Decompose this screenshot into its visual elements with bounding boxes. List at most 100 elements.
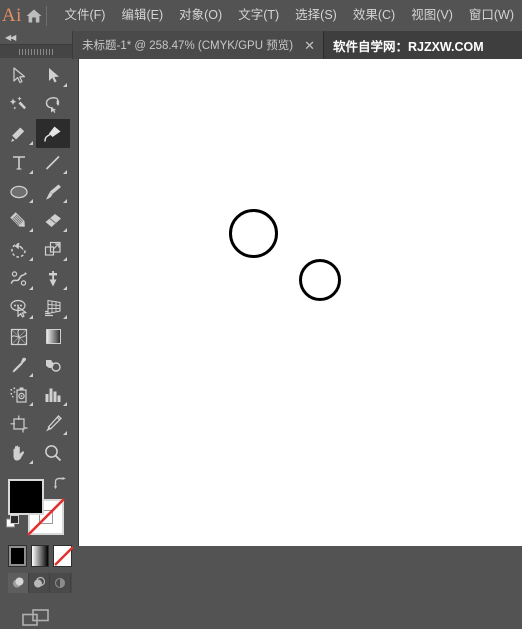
draw-normal-icon[interactable] (8, 573, 29, 593)
tool-perspective-grid[interactable] (36, 293, 70, 322)
close-icon[interactable]: ✕ (304, 39, 315, 52)
flyout-indicator-icon (29, 286, 33, 290)
flyout-indicator-icon (63, 286, 67, 290)
hand-icon (9, 443, 29, 463)
fill-swatch[interactable] (8, 479, 44, 515)
app-logo: Ai (0, 0, 24, 31)
tool-type[interactable] (2, 148, 36, 177)
flyout-indicator-icon (29, 228, 33, 232)
mesh-icon (9, 327, 29, 347)
flyout-indicator-icon (63, 83, 67, 87)
tool-selection[interactable] (2, 61, 36, 90)
menu-item-window[interactable]: 窗口(W) (461, 0, 522, 31)
magic-wand-icon (9, 95, 29, 115)
color-swatch-button[interactable] (8, 545, 27, 567)
color-controls (0, 475, 72, 541)
tool-hand[interactable] (2, 438, 36, 467)
flyout-indicator-icon (63, 199, 67, 203)
type-t-icon (10, 154, 28, 172)
menu-bar: Ai 文件(F) 编辑(E) 对象(O) 文字(T) 选择(S) 效果(C) 视… (0, 0, 522, 31)
tool-gradient[interactable] (36, 322, 70, 351)
home-icon[interactable] (24, 0, 44, 31)
tool-line-segment[interactable] (36, 148, 70, 177)
color-mode-row (0, 541, 72, 567)
menu-item-select[interactable]: 选择(S) (287, 0, 345, 31)
gradient-icon (44, 327, 63, 346)
menu-item-type[interactable]: 文字(T) (230, 0, 287, 31)
scale-icon (43, 240, 63, 260)
arrow-outline-icon (10, 66, 29, 85)
flyout-indicator-icon (29, 199, 33, 203)
tool-shape-builder[interactable] (2, 293, 36, 322)
menu-item-file[interactable]: 文件(F) (57, 0, 114, 31)
tools-panel-header: ◀◀ (0, 31, 72, 44)
flyout-indicator-icon (29, 257, 33, 261)
magnifier-icon (43, 443, 63, 463)
canvas-area[interactable] (72, 59, 522, 546)
swap-arrow-icon[interactable] (53, 477, 67, 495)
slice-knife-icon (43, 414, 63, 434)
artboard-canvas[interactable] (78, 59, 522, 546)
document-tab-bar: 未标题-1* @ 258.47% (CMYK/GPU 预览) ✕ 软件自学网：R… (72, 31, 522, 59)
tool-paintbrush[interactable] (36, 177, 70, 206)
draw-behind-icon[interactable] (29, 573, 50, 593)
tool-eyedropper[interactable] (2, 351, 36, 380)
menu-item-effect[interactable]: 效果(C) (345, 0, 403, 31)
flyout-indicator-icon (29, 170, 33, 174)
tool-artboard[interactable] (2, 409, 36, 438)
column-graph-icon (43, 385, 63, 405)
flyout-indicator-icon (63, 170, 67, 174)
tool-curvature[interactable] (36, 119, 70, 148)
blend-icon (43, 356, 63, 376)
circle-shape-2[interactable] (299, 259, 341, 301)
tool-free-transform[interactable] (36, 264, 70, 293)
tool-ellipse[interactable] (2, 177, 36, 206)
collapse-panel-icon[interactable]: ◀◀ (5, 32, 15, 43)
tool-column-graph[interactable] (36, 380, 70, 409)
menu-item-list: 文件(F) 编辑(E) 对象(O) 文字(T) 选择(S) 效果(C) 视图(V… (57, 0, 522, 31)
watermark-text: 软件自学网：RJZXW.COM (324, 31, 484, 59)
tools-panel: ◀◀ (0, 31, 73, 546)
flyout-indicator-icon (29, 460, 33, 464)
tool-zoom[interactable] (36, 438, 70, 467)
flyout-indicator-icon (63, 257, 67, 261)
tool-lasso[interactable] (36, 90, 70, 119)
tool-mesh[interactable] (2, 322, 36, 351)
menu-item-view[interactable]: 视图(V) (403, 0, 461, 31)
draw-inside-icon[interactable] (50, 573, 71, 593)
document-tab-label: 未标题-1* @ 258.47% (CMYK/GPU 预览) (82, 37, 293, 53)
pen-nib-icon (9, 124, 29, 144)
circle-shape-1[interactable] (229, 209, 278, 258)
tool-rotate[interactable] (2, 235, 36, 264)
tool-pen[interactable] (2, 119, 36, 148)
shaper-pencil-icon (9, 211, 29, 231)
free-transform-pin-icon (43, 269, 63, 289)
lasso-icon (43, 95, 63, 115)
document-tab[interactable]: 未标题-1* @ 258.47% (CMYK/GPU 预览) ✕ (72, 31, 324, 59)
tool-direct-selection[interactable] (36, 61, 70, 90)
tool-scale[interactable] (36, 235, 70, 264)
perspective-grid-icon (43, 298, 64, 318)
default-colors-icon[interactable] (6, 515, 20, 534)
paintbrush-icon (43, 182, 63, 202)
flyout-indicator-icon (29, 373, 33, 377)
tool-magic-wand[interactable] (2, 90, 36, 119)
tool-shaper[interactable] (2, 206, 36, 235)
none-swatch-button[interactable] (53, 545, 72, 567)
tool-blend[interactable] (36, 351, 70, 380)
tool-eraser[interactable] (36, 206, 70, 235)
menu-item-object[interactable]: 对象(O) (171, 0, 230, 31)
change-screen-mode-icon[interactable] (0, 607, 72, 629)
flyout-indicator-icon (29, 141, 33, 145)
menu-item-edit[interactable]: 编辑(E) (113, 0, 171, 31)
tool-slice[interactable] (36, 409, 70, 438)
menu-divider (46, 6, 47, 26)
symbol-sprayer-icon (9, 385, 30, 405)
tool-symbol-sprayer[interactable] (2, 380, 36, 409)
flyout-indicator-icon (63, 228, 67, 232)
gradient-swatch-button[interactable] (31, 545, 50, 567)
flyout-indicator-icon (29, 402, 33, 406)
tool-grid (0, 58, 72, 467)
tools-panel-drag-handle[interactable] (0, 44, 72, 58)
tool-width[interactable] (2, 264, 36, 293)
